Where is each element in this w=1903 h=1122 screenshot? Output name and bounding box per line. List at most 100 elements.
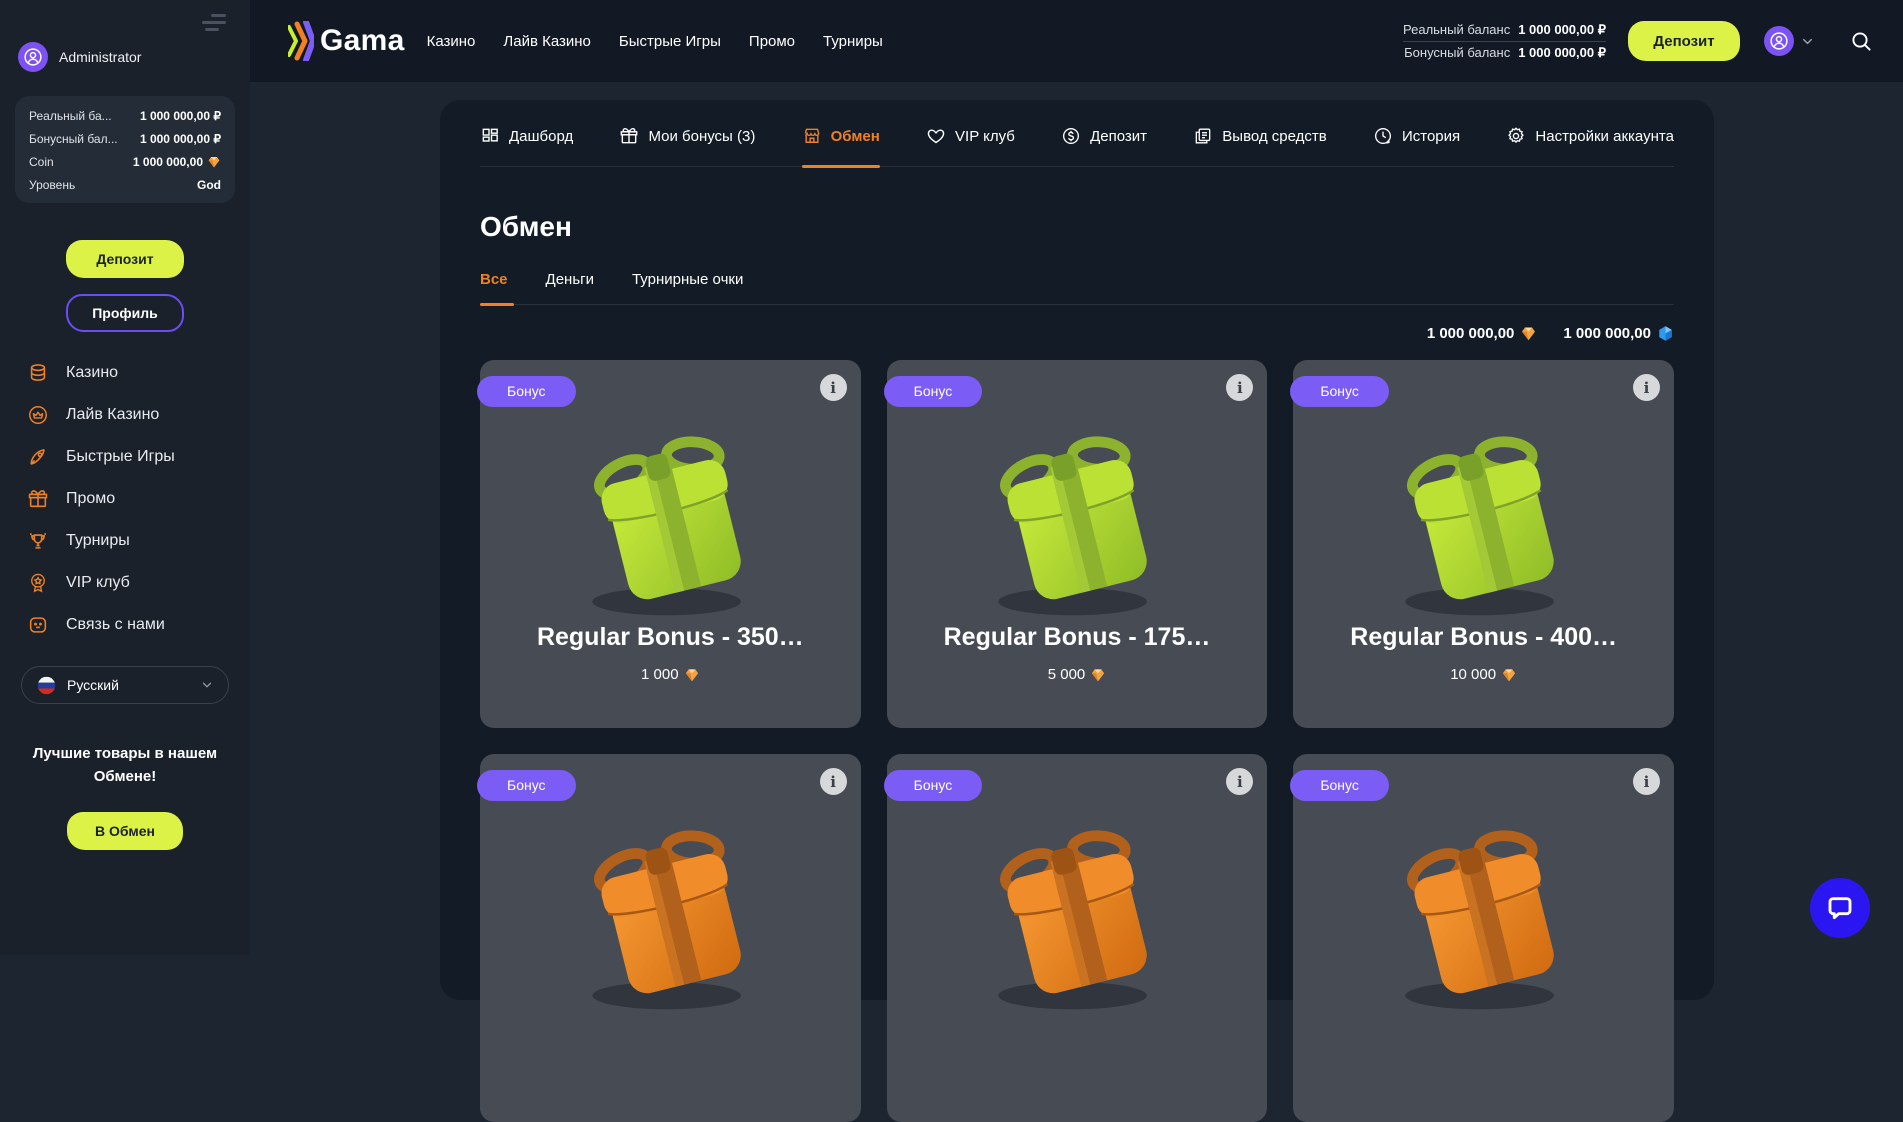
exchange-filters: Все Деньги Турнирные очки xyxy=(480,271,1674,305)
orange-gem-icon xyxy=(1501,667,1517,683)
language-selector[interactable]: Русский xyxy=(21,666,229,704)
header-nav-live-casino[interactable]: Лайв Казино xyxy=(503,33,591,50)
tab-history[interactable]: История xyxy=(1373,126,1460,166)
sidebar-item-vip-club[interactable]: VIP клуб xyxy=(0,562,250,604)
header-nav-promo[interactable]: Промо xyxy=(749,33,795,50)
coin-icon xyxy=(1061,126,1081,146)
tab-my-bonuses[interactable]: Мои бонусы (3) xyxy=(619,126,755,166)
coin-balance-value: 1 000 000,00 xyxy=(133,155,221,169)
hamburger-menu-icon[interactable] xyxy=(202,14,228,32)
gift-box-image xyxy=(563,806,778,1021)
filter-money[interactable]: Деньги xyxy=(546,271,594,304)
product-price: 5 000 xyxy=(1048,666,1107,683)
header-nav-casino[interactable]: Казино xyxy=(427,33,476,50)
product-card[interactable]: Бонус i xyxy=(1293,754,1674,1122)
products-grid: Бонус i Regular Bonus - 350… 1 000 Бонус… xyxy=(480,360,1674,1122)
tab-label: Дашборд xyxy=(509,128,573,145)
exchange-balances: 1 000 000,00 1 000 000,00 xyxy=(480,325,1674,342)
tab-label: Обмен xyxy=(831,128,880,145)
header-deposit-button[interactable]: Депозит xyxy=(1628,21,1740,61)
product-card[interactable]: Бонус i xyxy=(887,754,1268,1122)
level-value: God xyxy=(197,178,221,192)
sidebar-item-label: Лайв Казино xyxy=(66,406,159,424)
product-card[interactable]: Бонус i Regular Bonus - 400… 10 000 xyxy=(1293,360,1674,728)
header: Gama Казино Лайв Казино Быстрые Игры Про… xyxy=(250,0,1903,82)
account-tabs: Дашборд Мои бонусы (3) Обмен VIP клуб Де… xyxy=(480,126,1674,167)
header-nav: Казино Лайв Казино Быстрые Игры Промо Ту… xyxy=(427,33,883,50)
header-nav-tournaments[interactable]: Турниры xyxy=(823,33,883,50)
product-title: Regular Bonus - 350… xyxy=(537,623,804,652)
chat-icon xyxy=(27,614,49,636)
gem-balance: 1 000 000,00 xyxy=(1563,325,1674,342)
account-panel: Дашборд Мои бонусы (3) Обмен VIP клуб Де… xyxy=(440,100,1714,1000)
sidebar-item-label: Связь с нами xyxy=(66,616,165,634)
chat-widget-button[interactable] xyxy=(1810,878,1870,938)
tab-withdraw[interactable]: Вывод средств xyxy=(1193,126,1326,166)
logo-text: Gama xyxy=(320,24,405,58)
tab-deposit[interactable]: Депозит xyxy=(1061,126,1147,166)
live-casino-icon xyxy=(27,404,49,426)
logo[interactable]: Gama xyxy=(288,21,405,61)
to-exchange-button[interactable]: В Обмен xyxy=(67,812,183,850)
bonus-badge: Бонус xyxy=(884,376,983,407)
filter-all[interactable]: Все xyxy=(480,271,508,304)
gift-box-image xyxy=(563,412,778,627)
chevron-down-icon xyxy=(200,678,214,692)
header-nav-fast-games[interactable]: Быстрые Игры xyxy=(619,33,721,50)
gift-box-image xyxy=(1376,806,1591,1021)
sidebar-deposit-button[interactable]: Депозит xyxy=(66,240,184,278)
product-card[interactable]: Бонус i Regular Bonus - 350… 1 000 xyxy=(480,360,861,728)
product-price: 1 000 xyxy=(641,666,700,683)
sidebar-item-label: Турниры xyxy=(66,532,130,550)
product-card[interactable]: Бонус i Regular Bonus - 175… 5 000 xyxy=(887,360,1268,728)
coin-balance-row: Coin 1 000 000,00 xyxy=(29,155,221,169)
sidebar: Administrator Реальный ба... 1 000 000,0… xyxy=(0,0,250,955)
info-icon[interactable]: i xyxy=(820,374,847,401)
sidebar-item-label: Быстрые Игры xyxy=(66,448,175,466)
shop-icon xyxy=(802,126,822,146)
page-title: Обмен xyxy=(480,211,1674,243)
info-icon[interactable]: i xyxy=(1226,768,1253,795)
tab-dashboard[interactable]: Дашборд xyxy=(480,126,573,166)
sidebar-item-contact-us[interactable]: Связь с нами xyxy=(0,604,250,646)
sidebar-item-promo[interactable]: Промо xyxy=(0,478,250,520)
medal-icon xyxy=(27,572,49,594)
bonus-balance-value: 1 000 000,00 ₽ xyxy=(1518,45,1606,61)
tab-label: Мои бонусы (3) xyxy=(648,128,755,145)
account-menu[interactable] xyxy=(1764,26,1815,56)
language-label: Русский xyxy=(67,677,190,693)
tab-account-settings[interactable]: Настройки аккаунта xyxy=(1506,126,1674,166)
info-icon[interactable]: i xyxy=(820,768,847,795)
info-icon[interactable]: i xyxy=(1226,374,1253,401)
level-label: Уровень xyxy=(29,178,75,192)
filter-tournament-points[interactable]: Турнирные очки xyxy=(632,271,743,304)
tab-vip-club[interactable]: VIP клуб xyxy=(926,126,1015,166)
tab-label: Настройки аккаунта xyxy=(1535,128,1674,145)
user-name: Administrator xyxy=(59,49,141,65)
orange-gem-icon xyxy=(1090,667,1106,683)
sidebar-profile[interactable]: Administrator xyxy=(18,42,141,72)
sidebar-item-casino[interactable]: Казино xyxy=(0,352,250,394)
real-balance-label: Реальный баланс xyxy=(1403,22,1510,37)
info-icon[interactable]: i xyxy=(1633,768,1660,795)
bonus-balance-row: Бонусный бал... 1 000 000,00 ₽ xyxy=(29,132,221,146)
sidebar-item-fast-games[interactable]: Быстрые Игры xyxy=(0,436,250,478)
gift-icon xyxy=(27,488,49,510)
product-card[interactable]: Бонус i xyxy=(480,754,861,1122)
info-icon[interactable]: i xyxy=(1633,374,1660,401)
bonus-badge: Бонус xyxy=(1290,770,1389,801)
coin-balance: 1 000 000,00 xyxy=(1427,325,1538,342)
sidebar-item-tournaments[interactable]: Турниры xyxy=(0,520,250,562)
tab-label: Вывод средств xyxy=(1222,128,1326,145)
gift-icon xyxy=(619,126,639,146)
sidebar-profile-button[interactable]: Профиль xyxy=(66,294,184,332)
sidebar-balance-card: Реальный ба... 1 000 000,00 ₽ Бонусный б… xyxy=(15,96,235,203)
sidebar-item-live-casino[interactable]: Лайв Казино xyxy=(0,394,250,436)
tab-exchange[interactable]: Обмен xyxy=(802,126,880,166)
search-icon[interactable] xyxy=(1849,29,1873,53)
bonus-balance-label: Бонусный баланс xyxy=(1404,45,1510,60)
product-title: Regular Bonus - 175… xyxy=(944,623,1211,652)
real-balance-value: 1 000 000,00 ₽ xyxy=(1518,22,1606,38)
product-price: 10 000 xyxy=(1450,666,1517,683)
bonus-badge: Бонус xyxy=(884,770,983,801)
